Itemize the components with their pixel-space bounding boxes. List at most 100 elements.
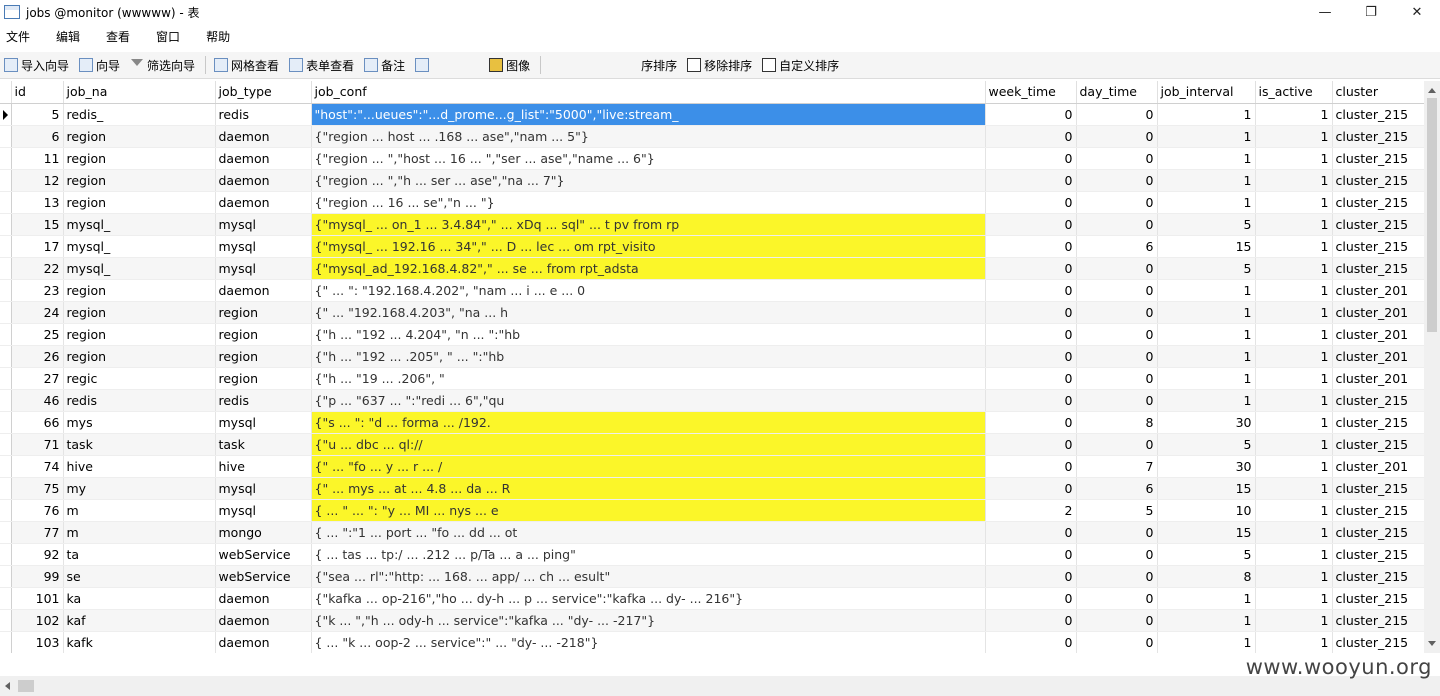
cell-job-conf[interactable]: {" ... "192.168.4.203", "na ... h [311, 301, 986, 324]
cell-job-interval[interactable]: 5 [1157, 543, 1256, 566]
cell-job-type[interactable]: region [215, 301, 312, 324]
table-row[interactable]: 66 mys mysql {"s ... ": "d ... forma ... /1… [0, 411, 1424, 434]
export-wizard-button[interactable]: 向导 [75, 54, 124, 76]
cell-job-type[interactable]: hive [215, 455, 312, 478]
cell-week-time[interactable]: 0 [985, 213, 1077, 236]
cell-week-time[interactable]: 2 [985, 499, 1077, 522]
cell-cluster[interactable]: cluster_215 [1332, 477, 1424, 500]
cell-job-type[interactable]: mysql [215, 235, 312, 258]
row-indicator[interactable] [0, 565, 12, 588]
cell-cluster[interactable]: cluster_215 [1332, 257, 1424, 280]
cell-job-type[interactable]: daemon [215, 169, 312, 192]
row-indicator[interactable] [0, 477, 12, 500]
cell-is-active[interactable]: 1 [1255, 433, 1333, 456]
cell-day-time[interactable]: 0 [1076, 565, 1158, 588]
cell-day-time[interactable]: 0 [1076, 631, 1158, 653]
cell-is-active[interactable]: 1 [1255, 301, 1333, 324]
cell-week-time[interactable]: 0 [985, 477, 1077, 500]
horizontal-scroll-thumb[interactable] [18, 680, 34, 692]
cell-day-time[interactable]: 0 [1076, 169, 1158, 192]
cell-day-time[interactable]: 0 [1076, 521, 1158, 544]
cell-job-conf[interactable]: {"sea ... rl":"http: ... 168. ... app/ .… [311, 565, 986, 588]
cell-id[interactable]: 46 [11, 389, 64, 412]
menu-view[interactable]: 查看 [100, 28, 140, 45]
table-row[interactable]: 71 task task {"u ... dbc ... ql://0 0 5 1 clust… [0, 433, 1424, 456]
menu-edit[interactable]: 编辑 [50, 28, 90, 45]
row-indicator[interactable] [0, 257, 12, 280]
cell-job-conf[interactable]: {"mysql_ ... on_1 ... 3.4.84"," ... xDq … [311, 213, 986, 236]
cell-job-name[interactable]: my [63, 477, 216, 500]
cell-week-time[interactable]: 0 [985, 367, 1077, 390]
cell-job-type[interactable]: region [215, 345, 312, 368]
cell-job-name[interactable]: region [63, 301, 216, 324]
cell-job-conf[interactable]: {" ... mys ... at ... 4.8 ... da ... R [311, 477, 986, 500]
cell-id[interactable]: 26 [11, 345, 64, 368]
cell-id[interactable]: 77 [11, 521, 64, 544]
cell-day-time[interactable]: 0 [1076, 433, 1158, 456]
cell-job-interval[interactable]: 5 [1157, 213, 1256, 236]
cell-job-interval[interactable]: 1 [1157, 367, 1256, 390]
cell-cluster[interactable]: cluster_201 [1332, 367, 1424, 390]
row-indicator[interactable] [0, 125, 12, 148]
cell-is-active[interactable]: 1 [1255, 257, 1333, 280]
cell-job-type[interactable]: mongo [215, 521, 312, 544]
cell-cluster[interactable]: cluster_215 [1332, 631, 1424, 653]
import-wizard-button[interactable]: 导入向导 [0, 54, 73, 76]
cell-week-time[interactable]: 0 [985, 323, 1077, 346]
cell-job-name[interactable]: regic [63, 367, 216, 390]
cell-job-name[interactable]: m [63, 499, 216, 522]
cell-job-conf[interactable]: {"s ... ": "d ... forma ... /192. [311, 411, 986, 434]
cell-job-interval[interactable]: 1 [1157, 389, 1256, 412]
cell-week-time[interactable]: 0 [985, 125, 1077, 148]
menu-help[interactable]: 帮助 [200, 28, 240, 45]
cell-job-conf[interactable]: { ... "k ... oop-2 ... service":" ... "d… [311, 631, 986, 653]
column-header-job-interval[interactable]: job_interval [1157, 81, 1256, 104]
cell-cluster[interactable]: cluster_215 [1332, 169, 1424, 192]
row-indicator[interactable] [0, 323, 12, 346]
cell-job-conf[interactable]: { ... tas ... tp:/ ... .212 ... p/Ta ...… [311, 543, 986, 566]
cell-is-active[interactable]: 1 [1255, 565, 1333, 588]
cell-job-name[interactable]: mys [63, 411, 216, 434]
cell-job-name[interactable]: region [63, 147, 216, 170]
cell-is-active[interactable]: 1 [1255, 279, 1333, 302]
cell-job-type[interactable]: daemon [215, 279, 312, 302]
scroll-down-icon[interactable] [1428, 641, 1436, 646]
row-indicator[interactable] [0, 631, 12, 653]
scroll-up-icon[interactable] [1428, 88, 1436, 93]
sort-button[interactable]: 序排序 [545, 54, 681, 76]
cell-is-active[interactable]: 1 [1255, 631, 1333, 653]
image-button[interactable]: 图像 [485, 54, 534, 76]
cell-cluster[interactable]: cluster_215 [1332, 499, 1424, 522]
cell-day-time[interactable]: 0 [1076, 587, 1158, 610]
cell-cluster[interactable]: cluster_201 [1332, 345, 1424, 368]
cell-id[interactable]: 24 [11, 301, 64, 324]
table-row[interactable]: 23 region daemon {" ... ": "192.168.4.202",… [0, 279, 1424, 302]
cell-is-active[interactable]: 1 [1255, 499, 1333, 522]
cell-job-conf[interactable]: {"region ... ","h ... ser ... ase","na .… [311, 169, 986, 192]
cell-is-active[interactable]: 1 [1255, 521, 1333, 544]
cell-job-interval[interactable]: 1 [1157, 169, 1256, 192]
hex-button[interactable] [411, 54, 483, 76]
cell-job-type[interactable]: mysql [215, 257, 312, 280]
cell-job-interval[interactable]: 15 [1157, 521, 1256, 544]
cell-is-active[interactable]: 1 [1255, 323, 1333, 346]
cell-cluster[interactable]: cluster_215 [1332, 191, 1424, 214]
cell-id[interactable]: 92 [11, 543, 64, 566]
cell-is-active[interactable]: 1 [1255, 455, 1333, 478]
cell-week-time[interactable]: 0 [985, 345, 1077, 368]
cell-id[interactable]: 12 [11, 169, 64, 192]
row-indicator[interactable] [0, 389, 12, 412]
cell-is-active[interactable]: 1 [1255, 411, 1333, 434]
cell-job-interval[interactable]: 1 [1157, 323, 1256, 346]
table-row[interactable]: 75 my mysql {" ... mys ... at ... 4.8 ... d… [0, 477, 1424, 500]
cell-id[interactable]: 25 [11, 323, 64, 346]
column-header-day-time[interactable]: day_time [1076, 81, 1158, 104]
cell-job-type[interactable]: daemon [215, 631, 312, 653]
table-row[interactable]: 12 region daemon {"region ... ","h ... ser … [0, 169, 1424, 192]
row-indicator[interactable] [0, 587, 12, 610]
cell-job-interval[interactable]: 1 [1157, 301, 1256, 324]
cell-cluster[interactable]: cluster_215 [1332, 235, 1424, 258]
cell-cluster[interactable]: cluster_215 [1332, 565, 1424, 588]
cell-job-type[interactable]: region [215, 367, 312, 390]
data-grid[interactable]: id job_na job_type job_conf week_time da… [0, 81, 1424, 653]
